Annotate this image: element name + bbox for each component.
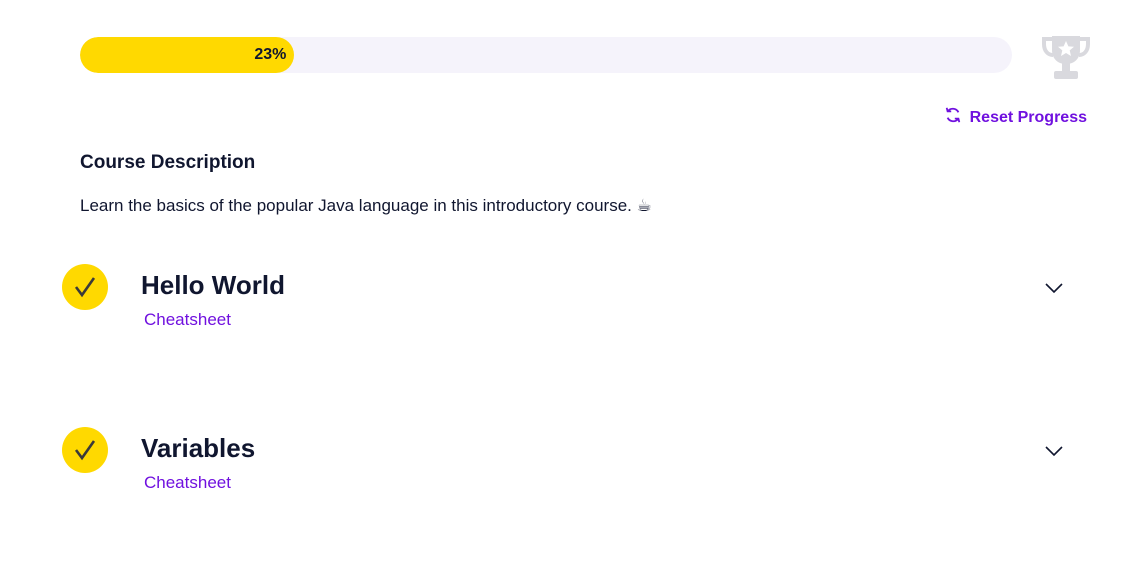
reset-progress-button[interactable]: Reset Progress	[944, 106, 1087, 129]
checkmark-icon	[62, 427, 108, 473]
course-description-heading: Course Description	[80, 152, 256, 173]
course-description-text: Learn the basics of the popular Java lan…	[80, 196, 652, 215]
chevron-down-icon[interactable]	[1044, 278, 1064, 298]
module-variables: Variables Cheatsheet	[0, 427, 1123, 507]
chevron-down-icon[interactable]	[1044, 441, 1064, 461]
refresh-icon	[944, 106, 962, 129]
cheatsheet-link[interactable]: Cheatsheet	[144, 473, 231, 493]
reset-progress-label: Reset Progress	[969, 108, 1087, 126]
module-title: Hello World	[141, 270, 285, 300]
progress-bar: 23%	[80, 37, 1012, 73]
progress-fill: 23%	[80, 37, 295, 73]
progress-label: 23%	[254, 46, 287, 63]
module-hello-world: Hello World Cheatsheet	[0, 264, 1123, 344]
cheatsheet-link[interactable]: Cheatsheet	[144, 310, 231, 330]
module-title: Variables	[141, 433, 256, 463]
checkmark-icon	[62, 264, 108, 310]
trophy-icon	[1040, 30, 1092, 82]
